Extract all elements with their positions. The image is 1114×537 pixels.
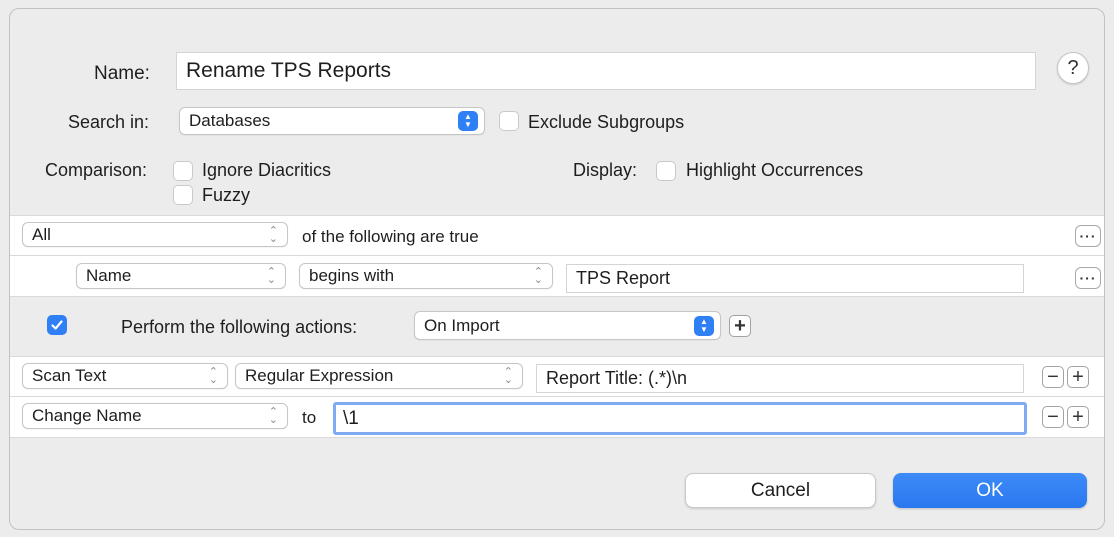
plus-icon: + — [1072, 366, 1084, 388]
fuzzy-label: Fuzzy — [202, 185, 251, 205]
action-select[interactable]: Scan Text ⌃ ⌄ — [22, 363, 228, 389]
minus-icon: − — [1047, 406, 1059, 428]
fuzzy-checkbox[interactable] — [173, 185, 193, 205]
cancel-button[interactable]: Cancel — [685, 473, 876, 508]
action-trigger-select[interactable]: On Import ▲ ▼ — [414, 311, 721, 340]
comparison-label: Comparison: — [45, 160, 148, 180]
more-options-button[interactable]: ··· — [1075, 267, 1101, 289]
match-suffix-label: of the following are true — [302, 227, 479, 246]
add-action-button[interactable]: + — [729, 315, 751, 337]
scan-mode-select[interactable]: Regular Expression ⌃ ⌄ — [235, 363, 523, 389]
chevron-up-down-icon: ⌃ ⌄ — [268, 224, 278, 245]
chevron-up-down-icon: ▲ ▼ — [694, 315, 714, 336]
action-trigger-value: On Import — [424, 315, 500, 335]
ignore-diacritics-checkbox[interactable] — [173, 161, 193, 181]
exclude-subgroups-label: Exclude Subgroups — [528, 112, 685, 132]
action-value: Scan Text — [32, 366, 107, 385]
display-label: Display: — [573, 160, 638, 180]
chevron-up-down-icon: ⌃ ⌄ — [268, 406, 278, 426]
plus-icon: + — [1072, 406, 1084, 428]
ignore-diacritics-label: Ignore Diacritics — [202, 160, 332, 180]
remove-action-button[interactable]: − — [1042, 366, 1064, 388]
action-value: Change Name — [32, 406, 142, 425]
match-value: All — [32, 224, 51, 244]
search-in-value: Databases — [189, 111, 271, 130]
criteria-operator-select[interactable]: begins with ⌃ ⌄ — [299, 263, 553, 289]
perform-actions-label: Perform the following actions: — [121, 317, 358, 337]
perform-actions-checkbox[interactable] — [47, 315, 67, 335]
chevron-up-down-icon: ⌃ ⌄ — [503, 366, 513, 386]
criteria-field-select[interactable]: Name ⌃ ⌄ — [76, 263, 286, 289]
search-in-select[interactable]: Databases ▲ ▼ — [179, 107, 485, 135]
match-select[interactable]: All ⌃ ⌄ — [22, 222, 288, 247]
name-label: Name: — [94, 63, 150, 84]
help-icon: ? — [1067, 56, 1079, 79]
new-name-input[interactable]: \1 — [333, 402, 1027, 435]
chevron-up-down-icon: ⌃ ⌄ — [266, 266, 276, 286]
criteria-value-input[interactable]: TPS Report — [566, 264, 1024, 293]
minus-icon: − — [1047, 366, 1059, 388]
chevron-up-down-icon: ▲ ▼ — [458, 111, 478, 131]
plus-icon: + — [734, 315, 746, 337]
chevron-up-down-icon: ⌃ ⌄ — [208, 366, 218, 386]
criteria-field-value: Name — [86, 266, 132, 285]
highlight-occurrences-checkbox[interactable] — [656, 161, 676, 181]
criteria-operator-value: begins with — [309, 266, 395, 285]
more-options-button[interactable]: ··· — [1075, 225, 1101, 247]
help-button[interactable]: ? — [1057, 52, 1089, 84]
scan-mode-value: Regular Expression — [245, 366, 394, 385]
add-action-button[interactable]: + — [1067, 366, 1089, 388]
chevron-up-down-icon: ⌃ ⌄ — [533, 266, 543, 286]
remove-action-button[interactable]: − — [1042, 406, 1064, 428]
search-in-label: Search in: — [68, 112, 150, 132]
to-label: to — [302, 408, 317, 427]
regex-input[interactable]: Report Title: (.*)\n — [536, 364, 1024, 393]
action-select[interactable]: Change Name ⌃ ⌄ — [22, 403, 288, 429]
smart-rule-dialog: Name: Rename TPS Reports ? Search in: Da… — [9, 8, 1105, 530]
highlight-occurrences-label: Highlight Occurrences — [686, 160, 864, 180]
add-action-button[interactable]: + — [1067, 406, 1089, 428]
exclude-subgroups-checkbox[interactable] — [499, 111, 519, 131]
checkmark-icon — [51, 320, 63, 330]
ok-button[interactable]: OK — [893, 473, 1087, 508]
name-input[interactable]: Rename TPS Reports — [176, 52, 1036, 90]
